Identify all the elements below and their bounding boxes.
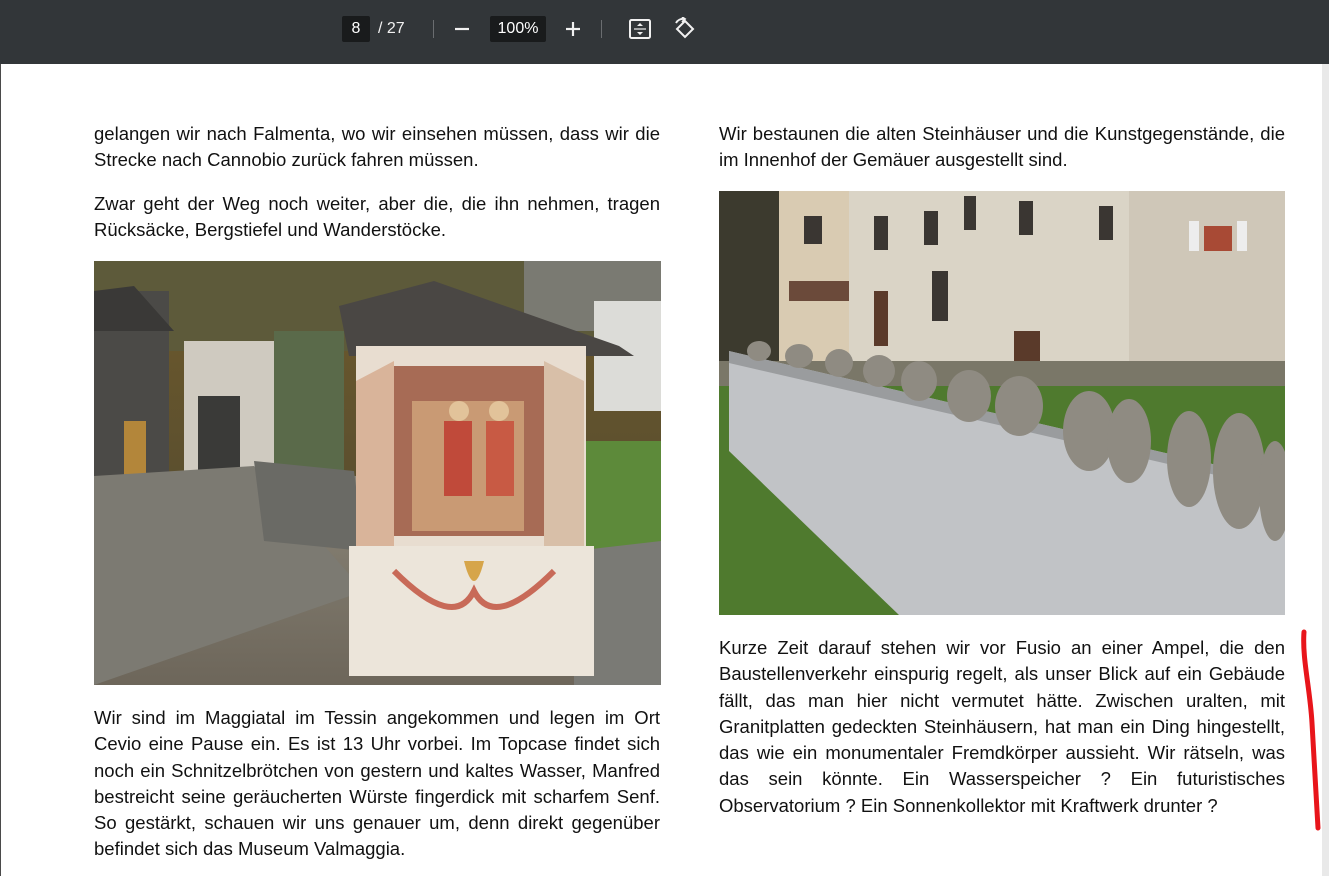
page-total: / 27	[378, 20, 405, 37]
paragraph: gelangen wir nach Falmenta, wo wir einse…	[94, 123, 660, 171]
red-annotation-mark	[1296, 628, 1326, 843]
rotate-icon	[675, 16, 695, 39]
page-number-input[interactable]: 8	[342, 16, 370, 42]
toolbar-divider	[601, 20, 602, 38]
right-column-top-text: Wir bestaunen die alten Steinhäuser und …	[719, 121, 1285, 174]
zoom-in-icon	[566, 22, 580, 36]
photo-museum-sculptures	[719, 191, 1285, 615]
paragraph: Kurze Zeit darauf stehen wir vor Fusio a…	[719, 637, 1285, 816]
left-column-bottom-text: Wir sind im Maggiatal im Tessin angekomm…	[94, 705, 660, 863]
rotate-button[interactable]	[672, 16, 698, 46]
left-column-top-text: gelangen wir nach Falmenta, wo wir einse…	[94, 121, 660, 243]
fit-page-icon	[629, 19, 651, 39]
zoom-level-field[interactable]: 100%	[490, 16, 546, 42]
page-edge	[0, 64, 1, 876]
zoom-in-button[interactable]	[563, 19, 583, 44]
paragraph: Zwar geht der Weg noch weiter, aber die,…	[94, 192, 660, 240]
zoom-out-icon	[455, 27, 469, 31]
right-column-bottom-text: Kurze Zeit darauf stehen wir vor Fusio a…	[719, 635, 1285, 819]
fit-page-button[interactable]	[628, 17, 652, 46]
pdf-toolbar: 8 / 27 100%	[0, 0, 1329, 64]
toolbar-divider	[433, 20, 434, 38]
paragraph: Wir bestaunen die alten Steinhäuser und …	[719, 123, 1285, 171]
zoom-out-button[interactable]	[452, 19, 472, 44]
photo-shrine	[94, 261, 661, 685]
paragraph: Wir sind im Maggiatal im Tessin angekomm…	[94, 707, 660, 860]
